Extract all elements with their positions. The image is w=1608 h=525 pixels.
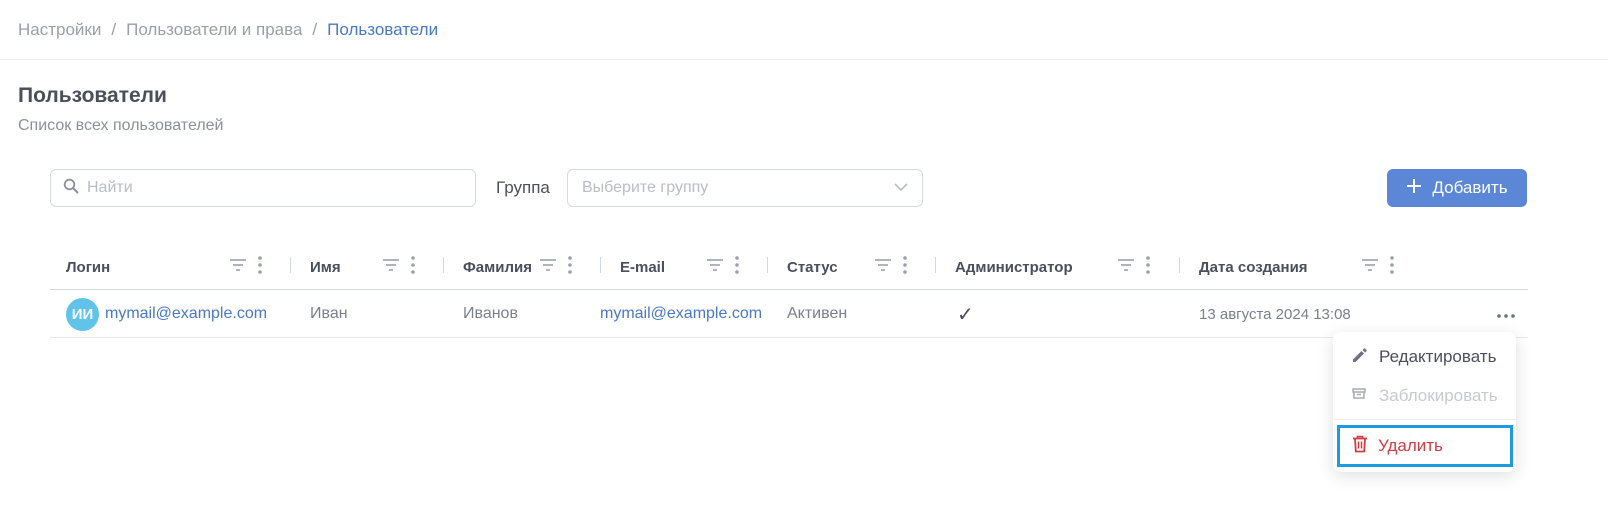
- trash-icon: [1352, 435, 1368, 458]
- page-subtitle: Список всех пользователей: [18, 117, 224, 134]
- column-menu-icon[interactable]: [735, 256, 739, 279]
- status-cell: Активен: [787, 305, 848, 322]
- column-menu-icon[interactable]: [411, 256, 415, 279]
- add-button-label: Добавить: [1432, 178, 1508, 197]
- filter-icon[interactable]: [383, 258, 399, 277]
- login-cell: ИИ mymail@example.com: [66, 290, 267, 338]
- more-horizontal-icon: [1497, 305, 1515, 323]
- group-filter-label: Группа: [496, 178, 550, 197]
- column-divider[interactable]: [1179, 257, 1180, 273]
- menu-item-block[interactable]: Заблокировать: [1333, 378, 1516, 414]
- avatar: ИИ: [66, 297, 99, 331]
- filter-icon[interactable]: [707, 258, 723, 277]
- row-more-button[interactable]: [1496, 306, 1516, 322]
- chevron-down-icon: [894, 179, 908, 197]
- table-row[interactable]: ИИ mymail@example.com Иван Иванов mymail…: [50, 290, 1528, 338]
- created-cell: 13 августа 2024 13:08: [1199, 305, 1351, 323]
- search-icon: [63, 178, 79, 199]
- menu-item-label: Удалить: [1378, 436, 1443, 455]
- column-menu-icon[interactable]: [258, 256, 262, 279]
- email-cell[interactable]: mymail@example.com: [600, 290, 762, 338]
- last-name-cell: Иванов: [463, 305, 518, 322]
- menu-item-delete[interactable]: Удалить: [1337, 425, 1513, 467]
- header-divider: [0, 59, 1608, 60]
- filter-icon[interactable]: [230, 258, 246, 277]
- pencil-icon: [1351, 346, 1369, 369]
- breadcrumb-item-users-rights[interactable]: Пользователи и права: [126, 20, 302, 40]
- column-header-email[interactable]: E-mail: [620, 244, 665, 290]
- archive-icon: [1351, 386, 1369, 407]
- column-menu-icon[interactable]: [903, 256, 907, 279]
- filter-icon[interactable]: [1362, 258, 1378, 277]
- breadcrumb-item-users: Пользователи: [327, 20, 439, 39]
- column-tools-last-name: [540, 256, 572, 279]
- table-header: Логин Имя Фамилия E-mail Статус Админист…: [50, 244, 1528, 290]
- menu-divider: [1333, 419, 1516, 420]
- column-header-created[interactable]: Дата создания: [1199, 244, 1308, 290]
- column-tools-status: [875, 256, 907, 279]
- breadcrumb-item-settings[interactable]: Настройки: [18, 20, 101, 40]
- column-divider[interactable]: [600, 257, 601, 273]
- add-user-button[interactable]: Добавить: [1387, 169, 1527, 207]
- column-tools-login: [230, 256, 262, 279]
- column-divider[interactable]: [935, 257, 936, 273]
- column-header-admin[interactable]: Администратор: [955, 244, 1073, 290]
- group-select[interactable]: Выберите группу: [567, 169, 923, 207]
- breadcrumb-separator: /: [312, 20, 318, 39]
- login-link[interactable]: mymail@example.com: [105, 305, 267, 323]
- column-header-last-name[interactable]: Фамилия: [463, 244, 532, 290]
- column-menu-icon[interactable]: [1146, 256, 1150, 279]
- row-actions-menu: Редактировать Заблокировать Удалить: [1333, 332, 1516, 472]
- column-menu-icon[interactable]: [568, 256, 572, 279]
- column-menu-icon[interactable]: [1390, 256, 1394, 279]
- breadcrumb-separator: /: [111, 20, 117, 39]
- column-divider[interactable]: [290, 257, 291, 273]
- column-divider[interactable]: [767, 257, 768, 273]
- menu-item-edit[interactable]: Редактировать: [1333, 339, 1516, 375]
- plus-icon: [1406, 178, 1422, 199]
- filter-icon[interactable]: [875, 258, 891, 277]
- users-table: Логин Имя Фамилия E-mail Статус Админист…: [50, 244, 1528, 338]
- filter-icon[interactable]: [540, 258, 556, 277]
- search-input[interactable]: [87, 179, 447, 197]
- column-header-login[interactable]: Логин: [66, 244, 110, 290]
- column-tools-email: [707, 256, 739, 279]
- column-header-first-name[interactable]: Имя: [310, 244, 341, 290]
- column-tools-created: [1362, 256, 1394, 279]
- menu-item-label: Заблокировать: [1379, 386, 1498, 405]
- column-divider[interactable]: [443, 257, 444, 273]
- page-title: Пользователи: [18, 84, 167, 107]
- first-name-cell: Иван: [310, 305, 348, 322]
- search-box[interactable]: [50, 169, 476, 207]
- filter-icon[interactable]: [1118, 258, 1134, 277]
- admin-check-icon: ✓: [957, 303, 974, 326]
- breadcrumb: Настройки / Пользователи и права / Польз…: [18, 20, 438, 40]
- menu-item-label: Редактировать: [1379, 347, 1497, 366]
- column-tools-admin: [1118, 256, 1150, 279]
- column-tools-first-name: [383, 256, 415, 279]
- group-select-placeholder: Выберите группу: [582, 179, 709, 196]
- column-header-status[interactable]: Статус: [787, 244, 838, 290]
